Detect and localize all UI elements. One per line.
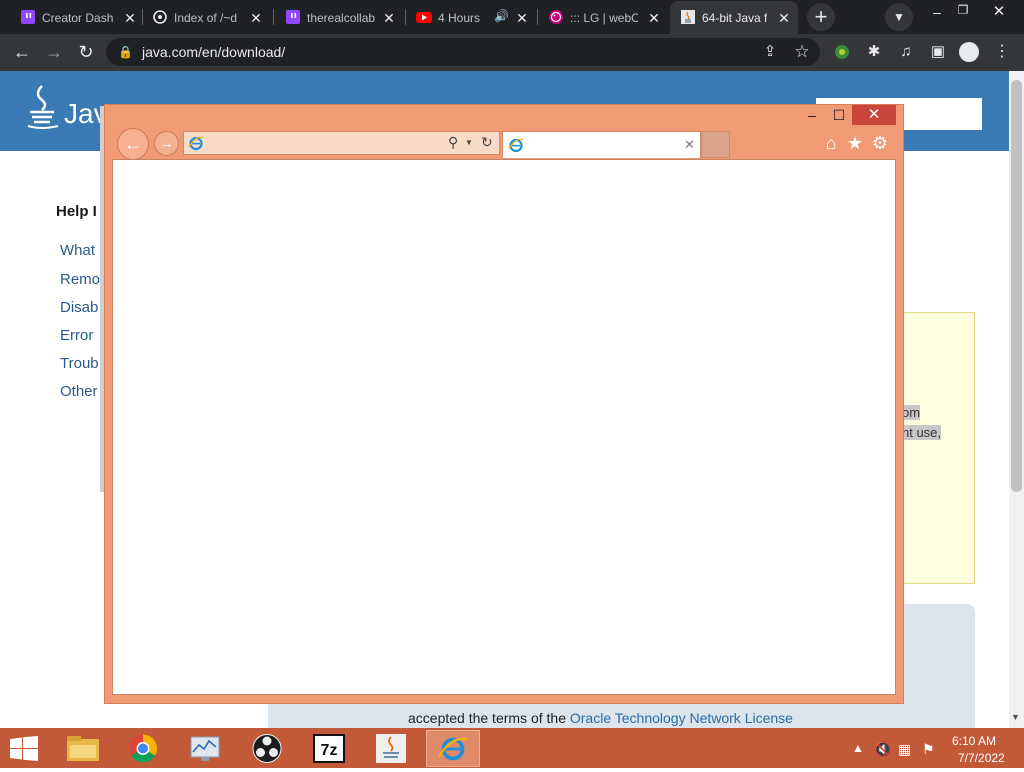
ie-content-area[interactable]: [112, 159, 896, 695]
back-icon[interactable]: ←: [12, 42, 32, 62]
new-tab-button[interactable]: +: [807, 3, 835, 31]
taskbar-file-explorer[interactable]: [56, 730, 110, 767]
tab-4-hours[interactable]: 4 Hours 🔊 ✕: [416, 1, 530, 34]
ie-tab[interactable]: [502, 131, 701, 158]
close-tab-icon[interactable]: ✕: [122, 10, 138, 26]
close-tab-icon[interactable]: ✕: [248, 10, 264, 26]
tab-title: 64-bit Java f: [702, 10, 768, 25]
tab-lg-webos[interactable]: ::: LG | webO ✕: [548, 1, 662, 34]
ie-minimize-button[interactable]: –: [804, 106, 820, 126]
java-cup-logo[interactable]: [24, 84, 62, 130]
ie-forward-button[interactable]: →: [154, 131, 179, 156]
chrome-icon: [129, 734, 157, 763]
tab-search-button[interactable]: ▼: [885, 3, 913, 31]
forward-icon[interactable]: →: [44, 42, 64, 62]
help-link-other[interactable]: Other: [60, 383, 98, 400]
taskbar-chrome[interactable]: [116, 730, 170, 767]
volume-muted-icon[interactable]: 🔇: [874, 741, 891, 758]
minimize-window-button[interactable]: –: [928, 4, 946, 22]
ie-close-tab-icon[interactable]: ✕: [684, 137, 695, 153]
twitch-icon: [286, 10, 300, 24]
action-center-flag-icon[interactable]: ⚑: [922, 741, 935, 758]
ie-tab-icon: [508, 138, 524, 153]
tab-title: Creator Dash: [42, 10, 114, 25]
close-tab-icon[interactable]: ✕: [514, 10, 530, 26]
profile-avatar-icon[interactable]: [959, 42, 979, 62]
help-link-troubleshoot[interactable]: Troub: [60, 355, 99, 372]
extensions-puzzle-icon[interactable]: ✱: [864, 42, 884, 62]
obs-icon: [252, 734, 282, 763]
ie-settings-gear-icon[interactable]: ⚙: [870, 133, 890, 153]
tab-index-of[interactable]: Index of /~d ✕: [152, 1, 264, 34]
help-link-disable[interactable]: Disab: [60, 299, 98, 316]
taskbar-internet-explorer[interactable]: [426, 730, 480, 767]
share-icon[interactable]: ⇪: [760, 42, 780, 62]
show-hidden-icons-arrow[interactable]: ▲: [852, 741, 864, 755]
help-link-error[interactable]: Error: [60, 327, 93, 344]
ie-search-dropdown-icon[interactable]: ▼: [465, 138, 473, 147]
help-heading: Help I: [56, 203, 97, 220]
clock-time[interactable]: 6:10 AM: [952, 734, 996, 748]
scroll-down-arrow-icon[interactable]: ▼: [1011, 712, 1020, 722]
side-panel-icon[interactable]: ▣: [928, 42, 948, 62]
taskbar-7zip[interactable]: 7z: [302, 730, 356, 767]
media-control-icon[interactable]: ♫: [896, 42, 916, 62]
youtube-icon: [416, 12, 432, 23]
performance-monitor-icon: [190, 736, 220, 761]
ie-close-button[interactable]: ✕: [852, 105, 896, 125]
menu-kebab-icon[interactable]: ⋮: [992, 42, 1012, 62]
ie-favorites-icon[interactable]: ★: [845, 133, 865, 153]
tab-title: Index of /~d: [174, 10, 238, 25]
reload-icon[interactable]: ↻: [76, 42, 96, 62]
tab-64-bit-java[interactable]: 64-bit Java f ✕: [670, 1, 798, 34]
close-tab-icon[interactable]: ✕: [381, 10, 397, 26]
java-icon: [681, 10, 695, 24]
extension-icon[interactable]: [833, 43, 851, 61]
speaker-icon[interactable]: 🔊: [494, 9, 509, 23]
svg-text:7z: 7z: [321, 742, 338, 759]
java-icon: [376, 734, 406, 763]
taskbar-java[interactable]: [364, 730, 418, 767]
7zip-icon: 7z: [313, 734, 345, 763]
ie-page-icon: [188, 136, 204, 151]
url-text: java.com/en/download/: [142, 44, 286, 60]
scrollbar-thumb[interactable]: [1011, 80, 1022, 492]
ie-maximize-button[interactable]: ☐: [830, 106, 848, 126]
license-text: accepted the terms of the Oracle Technol…: [408, 710, 793, 726]
close-window-button[interactable]: ✕: [990, 2, 1008, 20]
bookmark-star-icon[interactable]: ☆: [792, 42, 812, 62]
restore-window-button[interactable]: ❐: [954, 3, 972, 21]
ie-search-icon[interactable]: ⚲: [448, 134, 458, 151]
help-link-remove[interactable]: Remo: [60, 271, 100, 288]
taskbar-performance-monitor[interactable]: [178, 730, 232, 767]
close-tab-icon[interactable]: ✕: [776, 10, 792, 26]
clock-date[interactable]: 7/7/2022: [958, 751, 1005, 765]
ie-new-tab-button[interactable]: [701, 131, 730, 158]
close-tab-icon[interactable]: ✕: [646, 10, 662, 26]
help-link-what[interactable]: What: [60, 242, 95, 259]
twitch-icon: [21, 10, 35, 24]
tab-title: therealcollab: [307, 10, 376, 25]
selected-text: nt use,: [902, 425, 942, 440]
file-explorer-icon: [67, 736, 99, 761]
lg-icon: [549, 10, 563, 24]
taskbar-obs[interactable]: [240, 730, 294, 767]
tab-creator-dash[interactable]: Creator Dash ✕: [20, 1, 138, 34]
license-link[interactable]: Oracle Technology Network License: [570, 710, 793, 726]
ie-refresh-icon[interactable]: ↻: [481, 134, 493, 151]
network-icon[interactable]: ▦: [898, 741, 911, 758]
selected-text: om: [902, 405, 921, 420]
windows-start-icon[interactable]: [10, 736, 38, 761]
ie-home-icon[interactable]: ⌂: [821, 133, 841, 153]
server-icon: [153, 10, 167, 24]
lock-icon[interactable]: 🔒: [118, 45, 133, 59]
internet-explorer-icon: [437, 737, 468, 761]
tab-title: ::: LG | webO: [570, 10, 638, 25]
ie-back-button[interactable]: ←: [117, 128, 149, 160]
tab-title: 4 Hours: [438, 10, 481, 25]
tab-therealcollab[interactable]: therealcollab ✕: [285, 1, 397, 34]
